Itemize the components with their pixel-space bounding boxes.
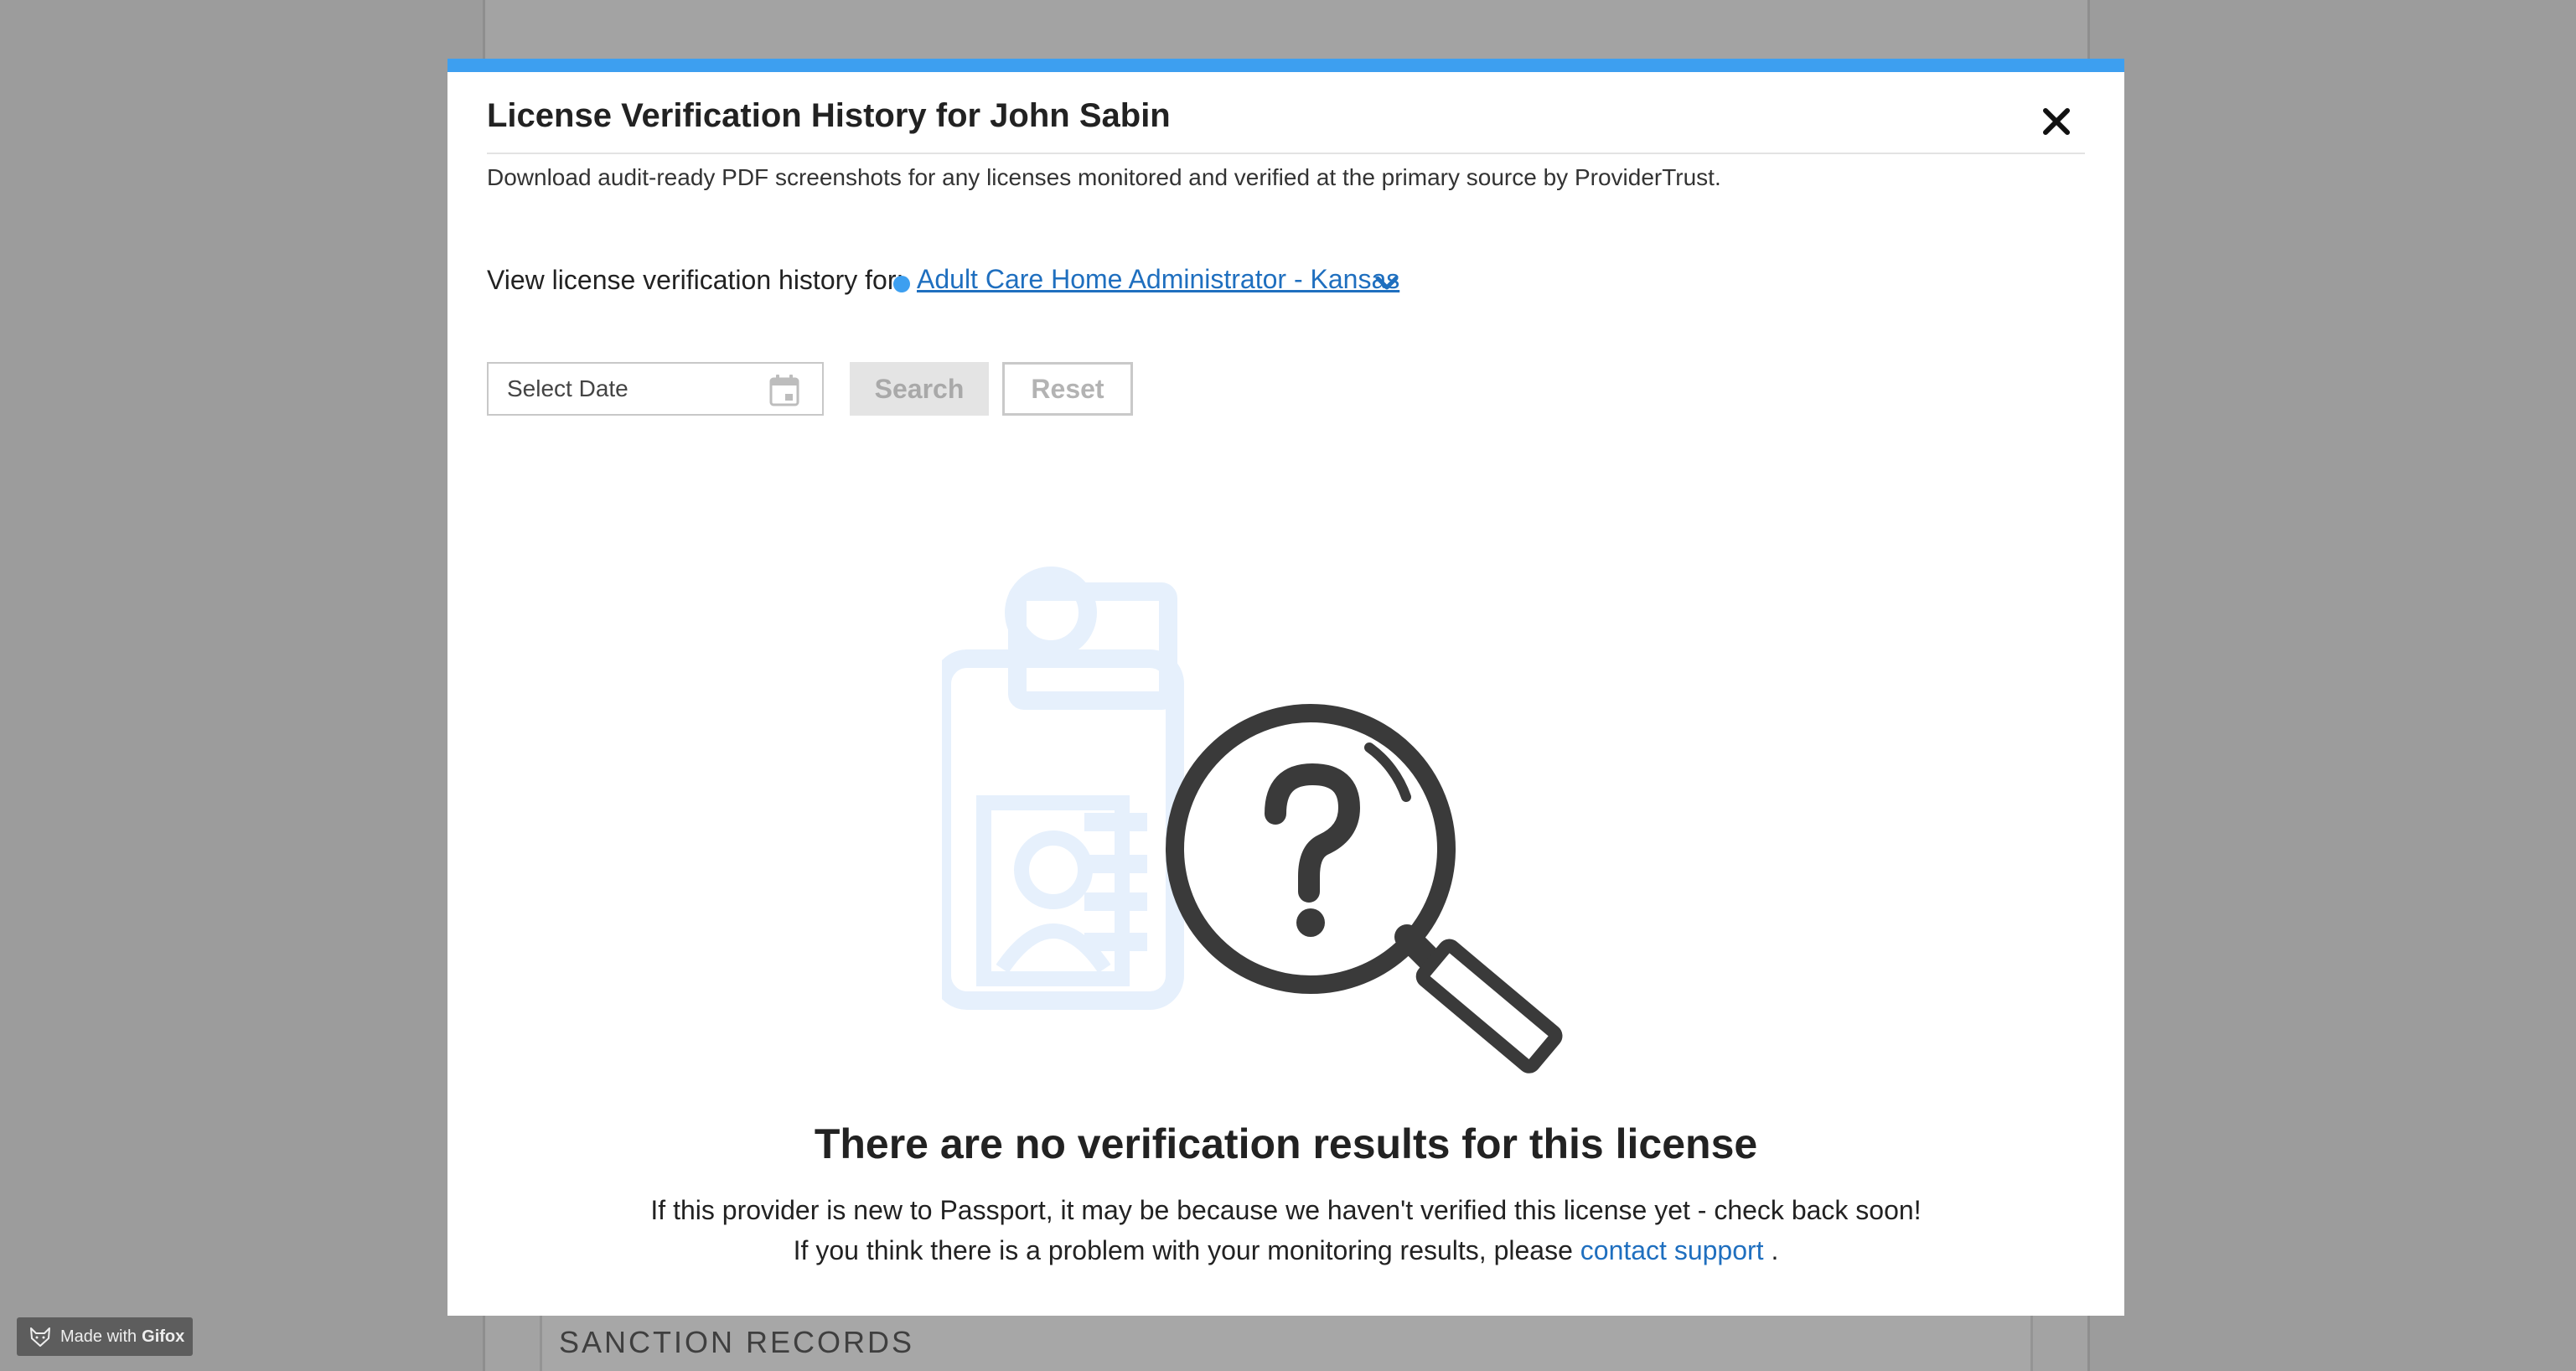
empty-state-message-1: If this provider is new to Passport, it … — [650, 1195, 1922, 1225]
background-section-sanction-records: SANCTION RECORDS — [540, 1309, 2033, 1371]
background-section-title: SANCTION RECORDS — [559, 1325, 915, 1359]
header-divider — [487, 153, 2085, 154]
close-icon — [2043, 108, 2070, 135]
no-results-illustration — [942, 567, 1563, 1074]
contact-support-link[interactable]: contact support — [1580, 1235, 1764, 1265]
empty-state-message-2-prefix: If you think there is a problem with you… — [793, 1235, 1573, 1265]
reset-button[interactable]: Reset — [1002, 362, 1133, 416]
empty-state-message-2-suffix: . — [1771, 1235, 1779, 1265]
calendar-icon[interactable] — [768, 374, 800, 407]
gifox-brand: Gifox — [142, 1327, 185, 1346]
id-card-icon — [942, 567, 1184, 1010]
modal-title: License Verification History for John Sa… — [487, 97, 1171, 134]
license-select-label: View license verification history for: — [487, 265, 904, 295]
date-input[interactable] — [489, 364, 765, 414]
fox-icon — [30, 1327, 50, 1347]
date-picker[interactable] — [487, 362, 824, 416]
empty-state-heading: There are no verification results for th… — [814, 1120, 1758, 1167]
close-button[interactable] — [2035, 101, 2077, 142]
chevron-down-icon[interactable] — [1374, 273, 1399, 293]
license-dropdown[interactable]: Adult Care Home Administrator - Kansas — [917, 264, 1399, 295]
empty-state-message-2: If you think there is a problem with you… — [447, 1235, 2124, 1266]
license-history-modal: License Verification History for John Sa… — [447, 59, 2124, 1316]
magnifier-question-icon — [1166, 704, 1563, 1074]
modal-subtitle: Download audit-ready PDF screenshots for… — [487, 164, 1721, 190]
search-button[interactable]: Search — [850, 362, 989, 416]
license-status-dot — [893, 276, 910, 292]
gifox-badge: Made with Gifox — [17, 1317, 193, 1356]
gifox-made-with: Made with — [60, 1327, 137, 1346]
